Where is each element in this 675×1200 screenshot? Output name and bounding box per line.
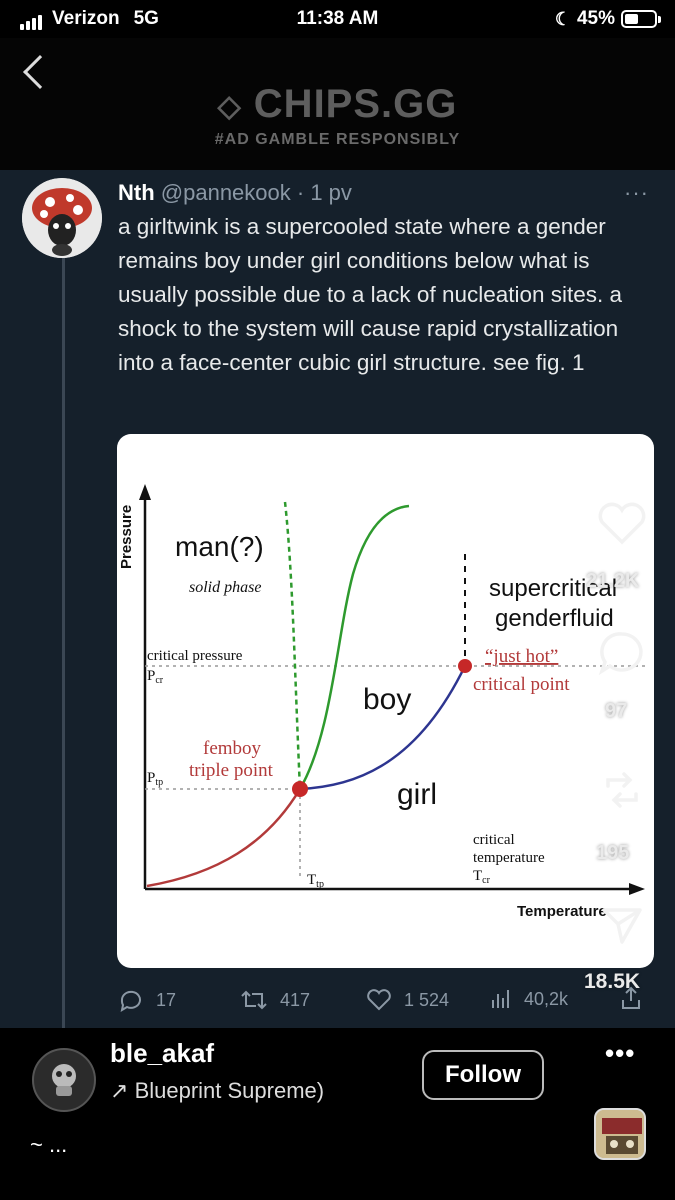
heart-outline-icon (598, 502, 646, 545)
region-man: man(?) (175, 531, 264, 562)
sublimation-curve (146, 788, 302, 888)
reply-button[interactable]: 17 (118, 988, 176, 1012)
region-girl: girl (397, 778, 437, 811)
battery-icon (621, 10, 657, 28)
x-axis-label: Temperature (517, 903, 607, 920)
music-arrow-icon: ↗ (110, 1078, 129, 1103)
melting-curve (298, 504, 410, 790)
creator-avatar[interactable] (32, 1048, 96, 1112)
tweet-more-icon[interactable]: ··· (624, 180, 649, 206)
critical-quote-label: “just hot” (485, 646, 558, 667)
dashed-melting-curve (283, 501, 302, 790)
tweet-time: · 1 pv (296, 180, 352, 205)
tweet-avatar[interactable] (22, 178, 102, 258)
tweet-card: Nth @pannekook · 1 pv ··· a girltwink is… (0, 170, 675, 1028)
triple-point-label-1: femboy (203, 738, 262, 759)
phase-diagram-image[interactable]: Pressure Temperature man(?) solid phase … (117, 434, 654, 968)
like-overlay-button[interactable] (596, 502, 648, 546)
p-cr-label: Pcr (147, 668, 164, 686)
send-icon (602, 908, 642, 944)
display-name[interactable]: Nth (118, 180, 155, 205)
audio-thumbnail[interactable] (594, 1108, 646, 1160)
creator-username[interactable]: ble_akaf (110, 1038, 214, 1069)
critical-temp-label-2: temperature (473, 850, 545, 866)
critical-point-label: critical point (473, 674, 570, 695)
like-count: 21.2K (586, 570, 640, 592)
retweet-icon (241, 990, 267, 1010)
tweet-header: Nth @pannekook · 1 pv (118, 180, 352, 206)
y-axis-label: Pressure (118, 505, 135, 569)
more-options-icon[interactable]: ••• (605, 1038, 635, 1069)
region-supercritical-2: genderfluid (495, 605, 614, 632)
y-axis-arrow (139, 484, 151, 500)
send-count: 18.5K (584, 970, 641, 993)
ad-tagline: #AD GAMBLE RESPONSIBLY (214, 131, 461, 148)
music-info[interactable]: ↗ Blueprint Supreme) (110, 1078, 324, 1104)
views-button[interactable]: 40,2k (490, 988, 568, 1010)
thread-line (62, 234, 65, 1028)
send-overlay-button[interactable] (600, 904, 644, 946)
p-tp-label: Ptp (147, 770, 163, 788)
views-icon (492, 990, 509, 1008)
battery-percent: 45% (576, 8, 615, 29)
reel-caption[interactable]: ~ ... (30, 1132, 67, 1158)
comment-overlay-button[interactable] (598, 630, 646, 676)
reply-icon (120, 990, 141, 1012)
repost-icon (606, 772, 638, 808)
t-tp-label: Ttp (307, 872, 324, 890)
region-boy: boy (363, 683, 411, 716)
reel-footer: ble_akaf ↗ Blueprint Supreme) Follow •••… (0, 1028, 675, 1200)
battery-area: ☾ 45% (555, 8, 661, 30)
like-button[interactable]: 1 524 (366, 988, 449, 1012)
critical-point-marker (458, 659, 472, 673)
music-title: Blueprint Supreme) (134, 1078, 325, 1103)
status-bar: Verizon 5G 11:38 AM ☾ 45% (0, 0, 675, 38)
repost-count: 195 (596, 842, 630, 864)
ad-brand: ◇ CHIPS.GG (217, 82, 458, 126)
critical-pressure-label: critical pressure (147, 648, 243, 664)
t-cr-label: Tcr (473, 868, 491, 886)
repost-overlay-button[interactable] (598, 766, 646, 814)
triple-point-label-2: triple point (189, 760, 274, 781)
retweet-button[interactable]: 417 (240, 988, 310, 1012)
critical-temp-label-1: critical (473, 832, 515, 848)
handle[interactable]: @pannekook (161, 180, 291, 205)
mustache-icon: ◇ (217, 89, 242, 123)
follow-button[interactable]: Follow (422, 1050, 544, 1100)
moon-icon: ☾ (554, 8, 571, 29)
tweet-actions: 17 417 1 524 40,2k (118, 986, 658, 1014)
tweet-text: a girltwink is a supercooled state where… (118, 214, 623, 375)
triple-point-marker (292, 781, 308, 797)
heart-icon (367, 989, 391, 1011)
x-axis-arrow (629, 883, 645, 895)
comment-count: 97 (605, 700, 628, 722)
ad-banner[interactable]: ◇ CHIPS.GG #AD GAMBLE RESPONSIBLY (0, 38, 675, 170)
comment-icon (598, 632, 643, 676)
region-solid: solid phase (189, 579, 261, 596)
